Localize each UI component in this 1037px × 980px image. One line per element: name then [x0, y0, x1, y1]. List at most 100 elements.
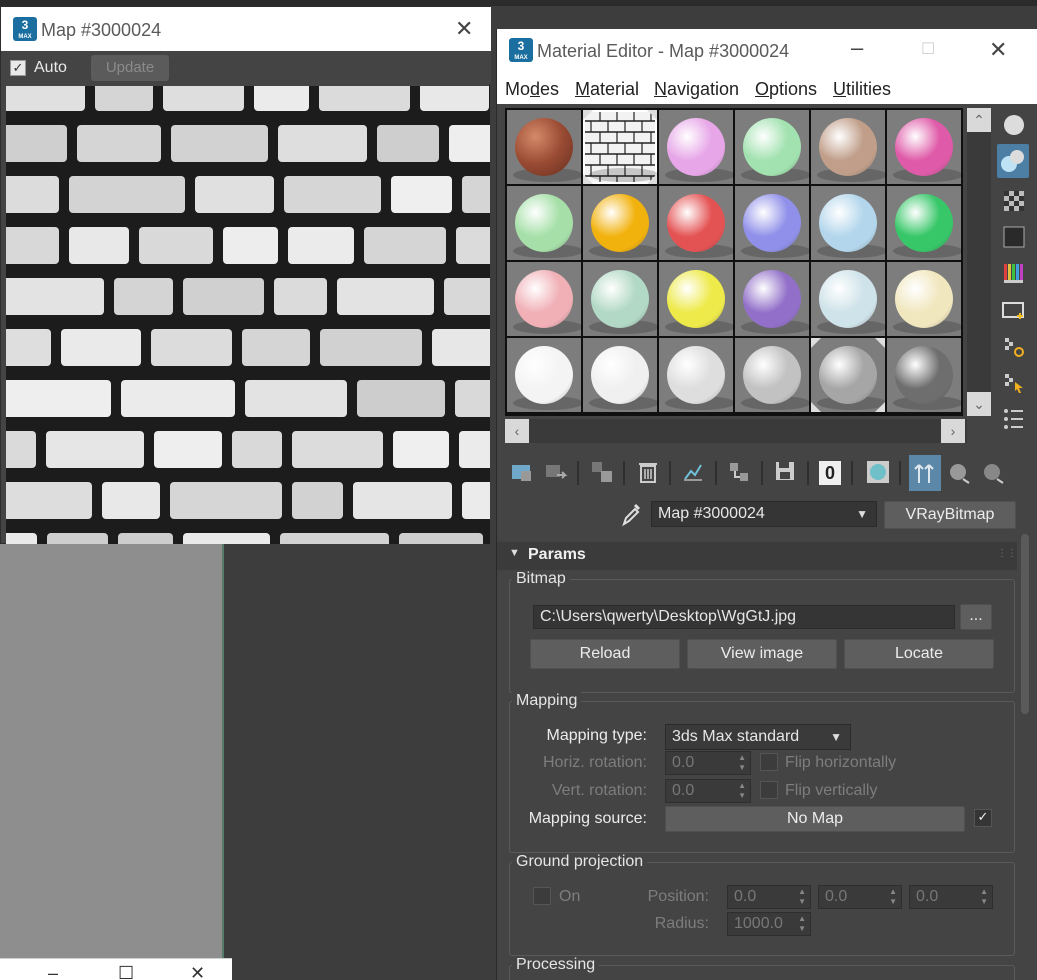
- sample-slot[interactable]: [659, 262, 735, 336]
- brick: [399, 533, 483, 544]
- checker-background-icon[interactable]: [1001, 188, 1027, 214]
- sample-slot[interactable]: [659, 338, 735, 412]
- maximize-icon[interactable]: ☐: [921, 39, 935, 61]
- sample-slot[interactable]: [507, 110, 583, 184]
- sample-slot[interactable]: [507, 338, 583, 412]
- sample-slot[interactable]: [887, 338, 963, 412]
- sample-slot[interactable]: [811, 110, 887, 184]
- auto-checkbox[interactable]: ✓: [10, 60, 26, 76]
- reload-button[interactable]: Reload: [530, 639, 680, 669]
- params-vertical-scrollbar[interactable]: [1021, 534, 1029, 714]
- params-rollout-header[interactable]: ▼ Params ⋮⋮: [497, 542, 1017, 570]
- mapping-group-title: Mapping: [512, 692, 582, 710]
- scroll-up-button[interactable]: ⌃: [967, 108, 991, 132]
- material-map-navigator-icon[interactable]: [1001, 406, 1027, 432]
- show-end-result-button[interactable]: [909, 455, 941, 491]
- slot-horizontal-scrollbar[interactable]: ‹ ›: [505, 419, 967, 443]
- radius-spinner[interactable]: 1000.0 ▲ ▼: [727, 912, 811, 936]
- minimize-icon[interactable]: –: [48, 964, 58, 980]
- ground-on-checkbox[interactable]: [533, 887, 551, 905]
- sample-slot[interactable]: [583, 262, 659, 336]
- browse-bitmap-button[interactable]: ...: [960, 604, 992, 630]
- sample-uv-tiling-icon[interactable]: [1001, 224, 1027, 250]
- sample-slot[interactable]: [507, 262, 583, 336]
- assign-material-to-selection-icon[interactable]: [589, 459, 615, 485]
- backlight-button[interactable]: [997, 144, 1029, 178]
- mapping-type-dropdown[interactable]: 3ds Max standard ▼: [665, 724, 851, 750]
- vert-rotation-spinner[interactable]: 0.0 ▲ ▼: [665, 779, 751, 803]
- make-preview-icon[interactable]: [1001, 298, 1027, 324]
- put-to-library-icon[interactable]: [727, 459, 753, 485]
- sample-slot-grid: [505, 108, 963, 416]
- save-icon[interactable]: [773, 459, 799, 485]
- sample-slot[interactable]: [811, 262, 887, 336]
- flip-horizontally-checkbox[interactable]: [760, 753, 778, 771]
- brick: [114, 278, 173, 315]
- sample-slot[interactable]: [659, 186, 735, 260]
- sample-slot[interactable]: [735, 186, 811, 260]
- material-editor-window: 3 MAX Material Editor - Map #3000024 – ☐ …: [496, 29, 1037, 980]
- menu-material[interactable]: Material: [575, 79, 639, 100]
- material-name-dropdown[interactable]: Map #3000024 ▼: [651, 501, 877, 527]
- menu-options[interactable]: Options: [755, 79, 817, 100]
- sample-slot[interactable]: [887, 110, 963, 184]
- brick: [254, 86, 309, 111]
- material-id-channel-button[interactable]: 0: [819, 461, 841, 485]
- locate-button[interactable]: Locate: [844, 639, 994, 669]
- position-y-spinner[interactable]: 0.0 ▲ ▼: [818, 885, 902, 909]
- maximize-icon[interactable]: ☐: [118, 964, 134, 980]
- scroll-right-button[interactable]: ›: [941, 419, 965, 443]
- sample-slot[interactable]: [735, 262, 811, 336]
- menu-modes[interactable]: Modes: [505, 79, 559, 100]
- go-to-parent-icon[interactable]: [947, 459, 973, 485]
- get-material-icon[interactable]: [509, 459, 535, 485]
- video-color-check-icon[interactable]: [1001, 260, 1027, 286]
- go-forward-to-sibling-icon[interactable]: [981, 459, 1007, 485]
- close-icon[interactable]: ✕: [455, 18, 473, 40]
- close-icon[interactable]: ✕: [989, 39, 1007, 61]
- sample-slot[interactable]: [735, 338, 811, 412]
- sample-slot[interactable]: [887, 186, 963, 260]
- map-type-button[interactable]: VRayBitmap: [884, 501, 1016, 529]
- brick: [6, 176, 59, 213]
- spinner-arrows-icon: ▲ ▼: [980, 887, 988, 906]
- ground-projection-group: Ground projection: [509, 853, 1015, 956]
- menu-utilities[interactable]: Utilities: [833, 79, 891, 100]
- scroll-left-button[interactable]: ‹: [505, 419, 529, 443]
- sample-slot[interactable]: [811, 186, 887, 260]
- select-by-material-icon[interactable]: [1001, 370, 1027, 396]
- sample-slot[interactable]: [507, 186, 583, 260]
- make-unique-icon[interactable]: [681, 459, 707, 485]
- mapping-source-checkbox[interactable]: ✓: [974, 809, 992, 827]
- sample-slot[interactable]: [583, 186, 659, 260]
- close-icon[interactable]: ✕: [190, 964, 205, 980]
- show-shaded-material-icon[interactable]: [865, 459, 891, 485]
- brick: [183, 278, 264, 315]
- sample-type-sphere-icon[interactable]: [1001, 112, 1027, 138]
- bitmap-path-field[interactable]: C:\Users\qwerty\Desktop\WgGtJ.jpg: [533, 605, 955, 629]
- mapping-source-button[interactable]: No Map: [665, 806, 965, 832]
- brick: [154, 431, 222, 468]
- horiz-rotation-spinner[interactable]: 0.0 ▲ ▼: [665, 751, 751, 775]
- position-z-spinner[interactable]: 0.0 ▲ ▼: [909, 885, 993, 909]
- sample-slot[interactable]: [811, 338, 887, 412]
- material-sphere: [895, 118, 953, 176]
- minimize-icon[interactable]: –: [851, 37, 863, 59]
- flip-vertically-checkbox[interactable]: [760, 781, 778, 799]
- update-button[interactable]: Update: [91, 55, 169, 81]
- sample-slot[interactable]: [887, 262, 963, 336]
- sample-slot[interactable]: [583, 338, 659, 412]
- sample-slot[interactable]: [582, 109, 660, 187]
- sample-slot[interactable]: [735, 110, 811, 184]
- options-icon[interactable]: [1001, 334, 1027, 360]
- sample-slot[interactable]: [659, 110, 735, 184]
- menu-navigation[interactable]: Navigation: [654, 79, 739, 100]
- slot-vertical-scrollbar[interactable]: ⌃ ⌄: [967, 108, 991, 416]
- put-material-to-scene-icon[interactable]: [543, 459, 569, 485]
- pick-material-eyedropper-icon[interactable]: [621, 501, 643, 527]
- position-x-spinner[interactable]: 0.0 ▲ ▼: [727, 885, 811, 909]
- view-image-button[interactable]: View image: [687, 639, 837, 669]
- scroll-down-button[interactable]: ⌄: [967, 392, 991, 416]
- delete-icon[interactable]: [635, 459, 661, 485]
- brick: [46, 431, 144, 468]
